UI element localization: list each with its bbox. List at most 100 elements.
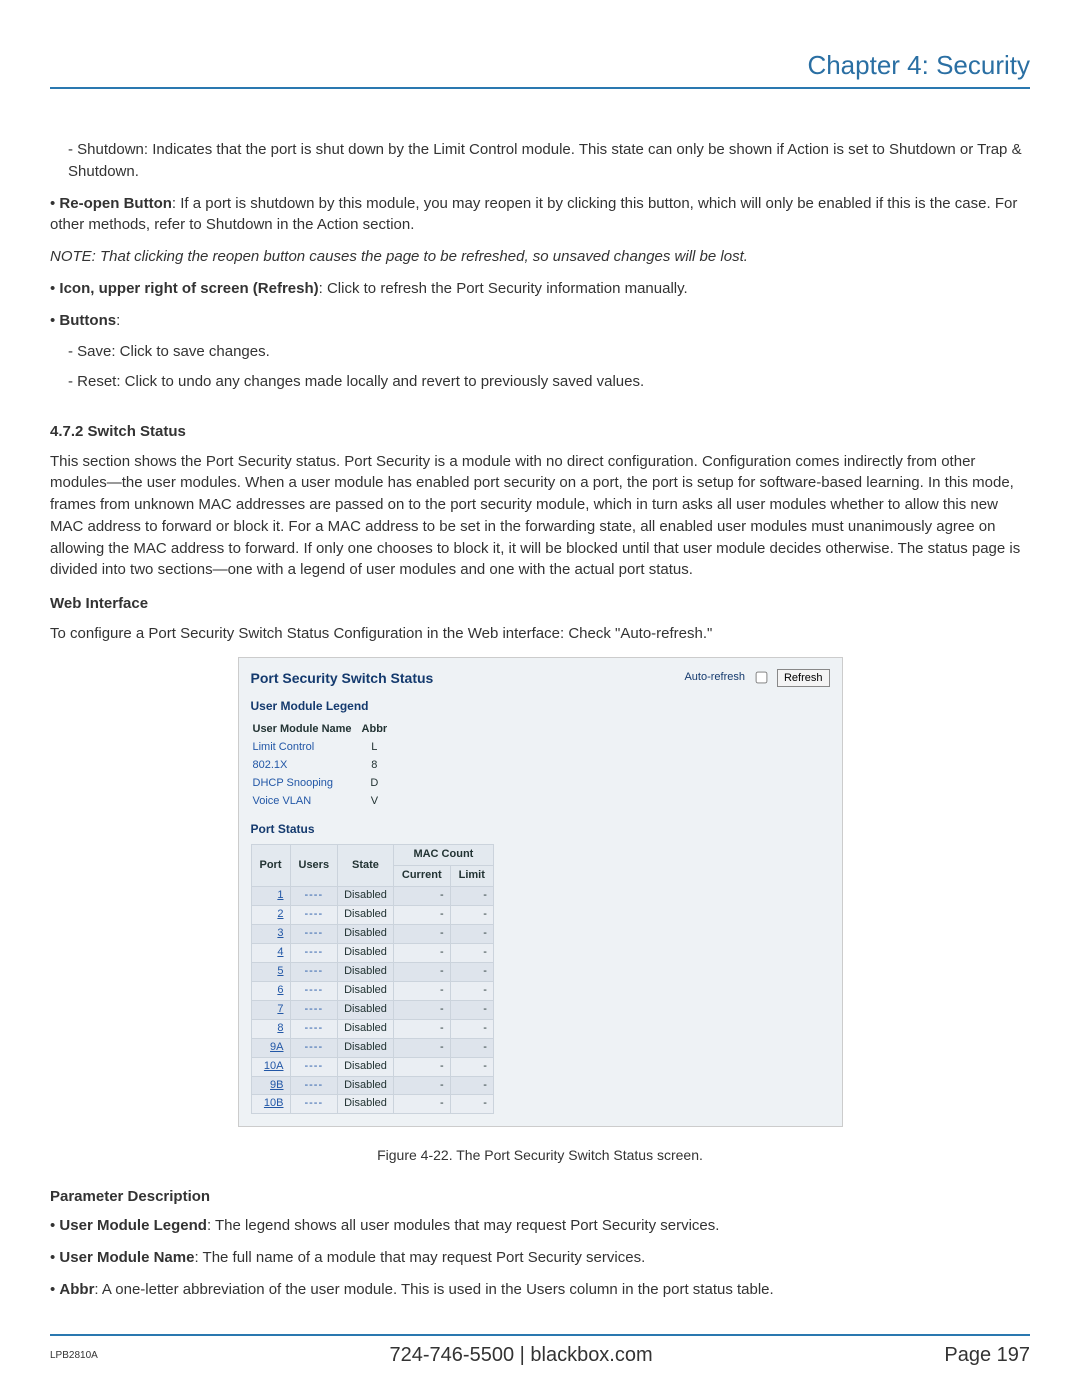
port-link[interactable]: 1 <box>277 889 283 901</box>
port-cell-state: Disabled <box>338 887 394 906</box>
bullet-buttons: • Buttons: <box>50 310 1030 332</box>
port-link[interactable]: 9A <box>270 1041 283 1053</box>
port-cell-port: 4 <box>251 943 290 962</box>
bullet-buttons-lead: Buttons <box>59 312 116 329</box>
auto-refresh-label: Auto-refresh <box>684 670 745 686</box>
legend-head-name: User Module Name <box>251 721 360 739</box>
port-cell-limit: - <box>450 962 493 981</box>
port-cell-limit: - <box>450 1000 493 1019</box>
legend-row: 802.1X8 <box>251 757 396 775</box>
port-cell-limit: - <box>450 1019 493 1038</box>
port-head-limit: Limit <box>450 866 493 887</box>
param-umn: • User Module Name: The full name of a m… <box>50 1247 1030 1269</box>
port-cell-users: ---- <box>290 1057 338 1076</box>
port-link[interactable]: 9B <box>270 1079 283 1091</box>
port-cell-limit: - <box>450 925 493 944</box>
port-link[interactable]: 6 <box>277 984 283 996</box>
port-link[interactable]: 10A <box>264 1060 284 1072</box>
port-cell-limit: - <box>450 1057 493 1076</box>
param-abbr-lead: Abbr <box>59 1281 94 1298</box>
legend-cell-name: Limit Control <box>251 739 360 757</box>
port-cell-state: Disabled <box>338 943 394 962</box>
port-link[interactable]: 2 <box>277 908 283 920</box>
web-interface-head: Web Interface <box>50 593 1030 615</box>
footer-left: LPB2810A <box>50 1350 98 1361</box>
note-reopen: NOTE: That clicking the reopen button ca… <box>50 246 1030 268</box>
port-cell-port: 9B <box>251 1076 290 1095</box>
port-cell-users: ---- <box>290 962 338 981</box>
port-cell-limit: - <box>450 887 493 906</box>
port-cell-users: ---- <box>290 943 338 962</box>
port-link[interactable]: 4 <box>277 946 283 958</box>
port-cell-state: Disabled <box>338 1095 394 1114</box>
figure-caption: Figure 4-22. The Port Security Switch St… <box>50 1145 1030 1165</box>
bullet-reopen: • Re-open Button: If a port is shutdown … <box>50 193 1030 237</box>
port-cell-port: 3 <box>251 925 290 944</box>
auto-refresh-checkbox[interactable] <box>756 672 768 684</box>
port-cell-limit: - <box>450 1095 493 1114</box>
port-row: 2----Disabled-- <box>251 906 493 925</box>
sub-reset: - Reset: Click to undo any changes made … <box>68 371 1030 393</box>
port-cell-current: - <box>393 887 450 906</box>
port-cell-users: ---- <box>290 1076 338 1095</box>
legend-cell-abbr: V <box>360 793 396 811</box>
param-uml: • User Module Legend: The legend shows a… <box>50 1215 1030 1237</box>
port-cell-users: ---- <box>290 1019 338 1038</box>
legend-cell-name: Voice VLAN <box>251 793 360 811</box>
port-cell-port: 1 <box>251 887 290 906</box>
port-link[interactable]: 8 <box>277 1022 283 1034</box>
port-cell-state: Disabled <box>338 1000 394 1019</box>
port-cell-state: Disabled <box>338 1038 394 1057</box>
port-cell-state: Disabled <box>338 906 394 925</box>
port-cell-limit: - <box>450 906 493 925</box>
param-umn-text: : The full name of a module that may req… <box>194 1249 645 1266</box>
legend-cell-name: DHCP Snooping <box>251 775 360 793</box>
port-head-port: Port <box>251 845 290 887</box>
section-472-head: 4.7.2 Switch Status <box>50 421 1030 443</box>
legend-cell-name: 802.1X <box>251 757 360 775</box>
port-head-mac: MAC Count <box>393 845 493 866</box>
port-cell-port: 8 <box>251 1019 290 1038</box>
port-cell-state: Disabled <box>338 1076 394 1095</box>
port-cell-current: - <box>393 906 450 925</box>
bullet-refresh-lead: Icon, upper right of screen (Refresh) <box>59 280 318 297</box>
web-interface-text: To configure a Port Security Switch Stat… <box>50 623 1030 645</box>
header-divider <box>50 87 1030 89</box>
port-cell-users: ---- <box>290 925 338 944</box>
port-link[interactable]: 3 <box>277 927 283 939</box>
legend-row: Limit ControlL <box>251 739 396 757</box>
screenshot-title: Port Security Switch Status <box>251 668 434 688</box>
port-cell-users: ---- <box>290 981 338 1000</box>
footer-mid: 724-746-5500 | blackbox.com <box>98 1344 945 1367</box>
port-link[interactable]: 7 <box>277 1003 283 1015</box>
legend-row: Voice VLANV <box>251 793 396 811</box>
sub-save: - Save: Click to save changes. <box>68 341 1030 363</box>
port-cell-users: ---- <box>290 1095 338 1114</box>
port-cell-current: - <box>393 943 450 962</box>
port-row: 1----Disabled-- <box>251 887 493 906</box>
port-row: 7----Disabled-- <box>251 1000 493 1019</box>
legend-table: User Module Name Abbr Limit ControlL802.… <box>251 721 396 811</box>
port-status-title: Port Status <box>251 821 830 838</box>
port-cell-users: ---- <box>290 1000 338 1019</box>
port-link[interactable]: 5 <box>277 965 283 977</box>
port-row: 4----Disabled-- <box>251 943 493 962</box>
refresh-button[interactable]: Refresh <box>777 669 830 687</box>
port-cell-current: - <box>393 1057 450 1076</box>
param-abbr: • Abbr: A one-letter abbreviation of the… <box>50 1279 1030 1301</box>
param-uml-lead: User Module Legend <box>59 1217 207 1234</box>
port-cell-current: - <box>393 1095 450 1114</box>
port-cell-users: ---- <box>290 906 338 925</box>
bullet-reopen-text: : If a port is shutdown by this module, … <box>50 195 1017 234</box>
port-cell-state: Disabled <box>338 962 394 981</box>
port-row: 6----Disabled-- <box>251 981 493 1000</box>
port-cell-port: 5 <box>251 962 290 981</box>
param-umn-lead: User Module Name <box>59 1249 194 1266</box>
port-link[interactable]: 10B <box>264 1097 284 1109</box>
footer: LPB2810A 724-746-5500 | blackbox.com Pag… <box>50 1334 1030 1367</box>
port-cell-current: - <box>393 1076 450 1095</box>
legend-title: User Module Legend <box>251 698 830 715</box>
port-row: 9A----Disabled-- <box>251 1038 493 1057</box>
port-cell-limit: - <box>450 943 493 962</box>
footer-right: Page 197 <box>944 1344 1030 1367</box>
